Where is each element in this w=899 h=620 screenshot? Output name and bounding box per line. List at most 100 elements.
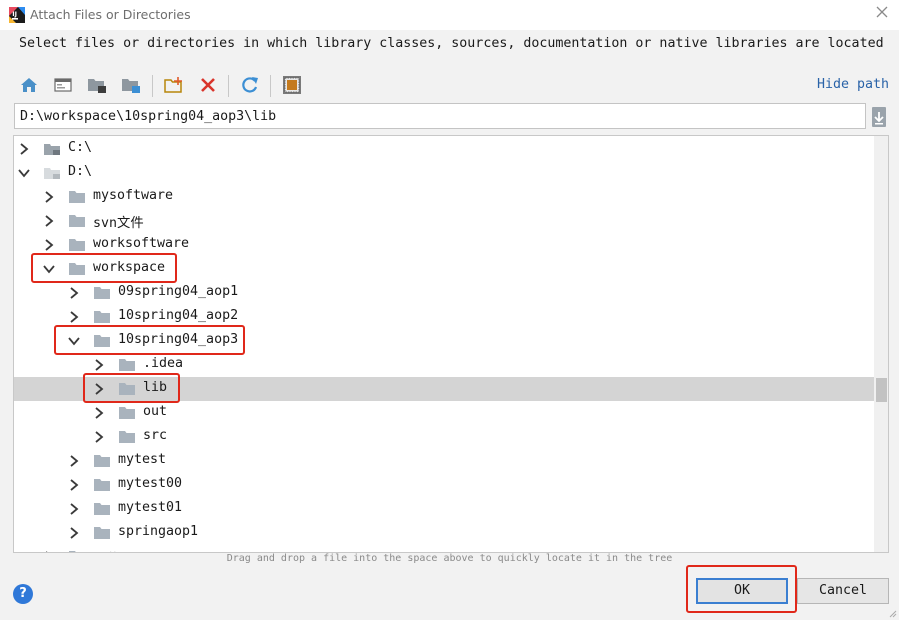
- dialog-description: Select files or directories in which lib…: [19, 36, 884, 51]
- drag-drop-hint: Drag and drop a file into the space abov…: [226, 553, 673, 564]
- tree-row[interactable]: mytest: [14, 449, 874, 473]
- tree-row-label: springaop1: [118, 524, 199, 539]
- tree-row[interactable]: .idea: [14, 353, 874, 377]
- project-folder-button[interactable]: [84, 72, 110, 98]
- tree-row[interactable]: svn文件: [14, 209, 874, 233]
- path-input[interactable]: [15, 104, 865, 128]
- tree-row[interactable]: 10spring04_aop2: [14, 305, 874, 329]
- chevron-right-icon[interactable]: [93, 359, 105, 371]
- chevron-down-icon[interactable]: [68, 335, 80, 347]
- intellij-app-icon: IJ: [9, 7, 25, 23]
- close-icon[interactable]: [873, 5, 891, 23]
- file-tree[interactable]: C:\ D:\ mysoftware svn文件 worksoftware workspa…: [13, 135, 889, 553]
- folder-icon: [94, 335, 110, 347]
- download-arrow-icon: [872, 107, 886, 127]
- tree-row[interactable]: src: [14, 425, 874, 449]
- folder-icon: [119, 383, 135, 395]
- chevron-right-icon[interactable]: [93, 383, 105, 395]
- hide-path-link[interactable]: Hide path: [817, 77, 889, 92]
- tree-row[interactable]: out: [14, 401, 874, 425]
- tree-row-label: D:\: [68, 164, 93, 179]
- tree-row-label: 10spring04_aop2: [118, 308, 239, 323]
- tree-row[interactable]: mysoftware: [14, 185, 874, 209]
- chevron-right-icon[interactable]: [68, 311, 80, 323]
- desktop-icon: [54, 78, 72, 92]
- tree-row-label: 10spring04_aop3: [118, 332, 239, 347]
- help-button[interactable]: ?: [13, 584, 33, 604]
- chevron-right-icon[interactable]: [43, 191, 55, 203]
- tree-row-label: 09spring04_aop1: [118, 284, 239, 299]
- folder-icon: [119, 431, 135, 443]
- tree-row-label: mytest01: [118, 500, 183, 515]
- tree-row-label: lib: [143, 380, 168, 395]
- chevron-right-icon[interactable]: [18, 143, 30, 155]
- folder-icon: [69, 263, 85, 275]
- chevron-right-icon[interactable]: [93, 431, 105, 443]
- project-folder-icon: [88, 79, 106, 93]
- svg-text:IJ: IJ: [12, 10, 17, 18]
- drive-icon: [44, 168, 60, 179]
- tree-row[interactable]: 10spring04_aop3: [14, 329, 874, 353]
- chevron-right-icon[interactable]: [43, 239, 55, 251]
- new-folder-button[interactable]: [161, 72, 187, 98]
- chevron-right-icon[interactable]: [68, 287, 80, 299]
- folder-icon: [94, 527, 110, 539]
- folder-icon: [94, 479, 110, 491]
- chevron-right-icon[interactable]: [43, 215, 55, 227]
- tree-row[interactable]: 下载: [14, 545, 874, 552]
- refresh-icon: [242, 77, 258, 93]
- chevron-down-icon[interactable]: [43, 263, 55, 275]
- folder-icon: [119, 407, 135, 419]
- path-history-button[interactable]: [869, 105, 889, 129]
- tree-row-label: mytest: [118, 452, 167, 467]
- tree-row-label: out: [143, 404, 168, 419]
- chevron-right-icon[interactable]: [68, 479, 80, 491]
- chevron-right-icon[interactable]: [68, 503, 80, 515]
- module-folder-button[interactable]: [118, 72, 144, 98]
- folder-icon: [94, 455, 110, 467]
- show-hidden-button[interactable]: [279, 72, 305, 98]
- delete-button[interactable]: [195, 72, 221, 98]
- cancel-button[interactable]: Cancel: [797, 578, 889, 604]
- tree-row-label: mysoftware: [93, 188, 174, 203]
- tree-row-label: worksoftware: [93, 236, 190, 251]
- folder-icon: [94, 503, 110, 515]
- tree-row-label: workspace: [93, 260, 166, 275]
- tree-scrollbar-thumb[interactable]: [876, 378, 887, 402]
- title-bar: IJ Attach Files or Directories: [0, 0, 899, 30]
- tree-row[interactable]: springaop1: [14, 521, 874, 545]
- show-hidden-icon: [283, 76, 301, 94]
- tree-row[interactable]: workspace: [14, 257, 874, 281]
- folder-icon: [69, 191, 85, 203]
- ok-button[interactable]: OK: [696, 578, 788, 604]
- chevron-right-icon[interactable]: [68, 455, 80, 467]
- tree-scrollbar[interactable]: [874, 136, 888, 552]
- tree-row-label: C:\: [68, 140, 93, 155]
- refresh-button[interactable]: [237, 72, 263, 98]
- tree-row[interactable]: worksoftware: [14, 233, 874, 257]
- tree-row-label: svn文件: [93, 216, 144, 231]
- chevron-right-icon[interactable]: [93, 407, 105, 419]
- tree-row-label: src: [143, 428, 168, 443]
- tree-row[interactable]: D:\: [14, 161, 874, 185]
- tree-row[interactable]: mytest01: [14, 497, 874, 521]
- folder-icon: [94, 287, 110, 299]
- folder-icon: [69, 239, 85, 251]
- folder-icon: [94, 311, 110, 323]
- path-bar: [14, 103, 866, 129]
- folder-icon: [69, 215, 85, 227]
- toolbar-separator: [152, 75, 153, 97]
- tree-row-label: mytest00: [118, 476, 183, 491]
- home-button[interactable]: [16, 72, 42, 98]
- tree-row[interactable]: C:\: [14, 137, 874, 161]
- folder-icon: [119, 359, 135, 371]
- resize-grip-icon[interactable]: [887, 608, 897, 618]
- tree-row[interactable]: lib: [14, 377, 874, 401]
- desktop-button[interactable]: [50, 72, 76, 98]
- file-chooser-toolbar: [14, 72, 884, 100]
- chevron-down-icon[interactable]: [18, 167, 30, 179]
- toolbar-separator: [228, 75, 229, 97]
- tree-row[interactable]: 09spring04_aop1: [14, 281, 874, 305]
- chevron-right-icon[interactable]: [68, 527, 80, 539]
- tree-row[interactable]: mytest00: [14, 473, 874, 497]
